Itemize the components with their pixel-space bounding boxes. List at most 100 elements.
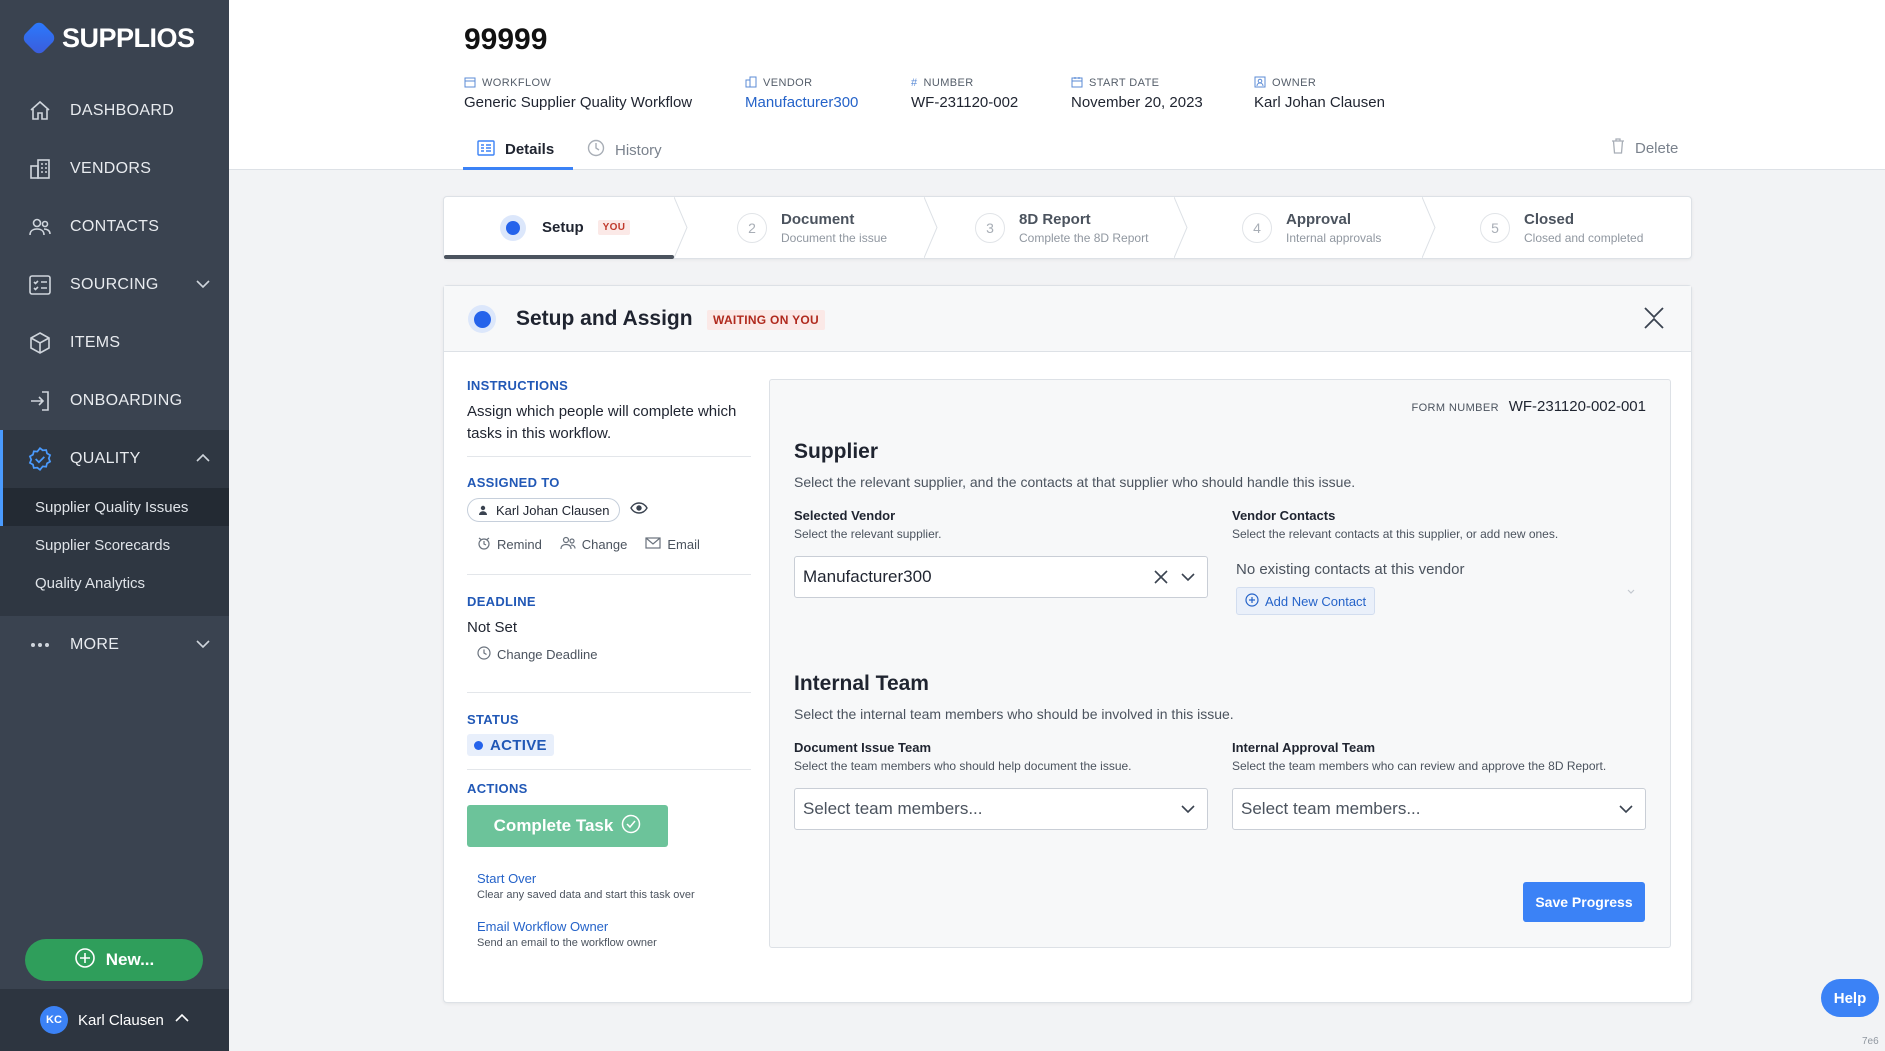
vendor-contacts-help: Select the relevant contacts at this sup… bbox=[1232, 527, 1559, 541]
supplier-description: Select the relevant supplier, and the co… bbox=[794, 474, 1356, 490]
email-label: Email bbox=[667, 537, 700, 552]
email-owner-description: Send an email to the workflow owner bbox=[477, 937, 657, 949]
approval-team-select[interactable]: Select team members... bbox=[1232, 788, 1646, 830]
internal-team-description: Select the internal team members who sho… bbox=[794, 706, 1234, 722]
subnav-supplier-scorecards[interactable]: Supplier Scorecards bbox=[0, 526, 229, 564]
chevron-down-icon bbox=[1179, 568, 1197, 591]
chevron-down-icon[interactable] bbox=[1626, 583, 1636, 601]
document-team-label: Document Issue Team bbox=[794, 740, 932, 755]
task-card: Setup and Assign WAITING ON YOU INSTRUCT… bbox=[443, 285, 1692, 1003]
step-title: Closed bbox=[1524, 210, 1575, 228]
approval-team-label: Internal Approval Team bbox=[1232, 740, 1376, 755]
clear-icon[interactable] bbox=[1153, 569, 1169, 590]
building-icon bbox=[26, 155, 54, 183]
brand-logo[interactable]: SUPPLIOS bbox=[20, 19, 195, 57]
nav-label: QUALITY bbox=[70, 450, 141, 467]
meta-vendor: VENDOR Manufacturer300 bbox=[745, 76, 858, 111]
user-icon bbox=[478, 503, 488, 518]
step-approval[interactable]: 4 Approval Internal approvals bbox=[1242, 197, 1381, 258]
nav-quality[interactable]: QUALITY bbox=[0, 430, 229, 488]
step-number: 3 bbox=[975, 212, 1005, 243]
help-button[interactable]: Help bbox=[1821, 979, 1879, 1017]
chevron-down-icon bbox=[195, 276, 211, 297]
nav-dashboard[interactable]: DASHBOARD bbox=[0, 82, 229, 140]
calendar-icon bbox=[1071, 76, 1083, 91]
new-button-label: New... bbox=[105, 950, 155, 969]
step-separator bbox=[674, 197, 688, 258]
step-setup[interactable]: Setup YOU bbox=[500, 197, 631, 258]
tab-label: Details bbox=[505, 141, 555, 158]
waiting-badge: WAITING ON YOU bbox=[707, 310, 825, 330]
vendor-select[interactable]: Manufacturer300 bbox=[794, 556, 1208, 598]
nav-sourcing[interactable]: SOURCING bbox=[0, 256, 229, 314]
step-document[interactable]: 2 Document Document the issue bbox=[737, 197, 887, 258]
add-new-contact-button[interactable]: Add New Contact bbox=[1236, 587, 1376, 615]
subnav-supplier-quality-issues[interactable]: Supplier Quality Issues bbox=[0, 488, 229, 526]
divider bbox=[467, 456, 751, 457]
nav-items[interactable]: ITEMS bbox=[0, 314, 229, 372]
email-owner-link[interactable]: Email Workflow Owner bbox=[477, 919, 657, 934]
login-icon bbox=[26, 387, 54, 415]
form-number-value: WF-231120-002-001 bbox=[1508, 398, 1646, 415]
email-button[interactable]: Email bbox=[645, 536, 700, 553]
step-number: 4 bbox=[1242, 212, 1272, 243]
tab-details[interactable]: Details bbox=[463, 132, 573, 170]
divider bbox=[467, 692, 751, 693]
start-over-description: Clear any saved data and start this task… bbox=[477, 889, 695, 901]
you-badge: YOU bbox=[597, 220, 631, 235]
status-label: STATUS bbox=[467, 712, 519, 727]
user-menu[interactable]: KC Karl Clausen bbox=[0, 989, 229, 1051]
vendor-link[interactable]: Manufacturer300 bbox=[745, 94, 858, 111]
nav-contacts[interactable]: CONTACTS bbox=[0, 198, 229, 256]
remind-button[interactable]: Remind bbox=[477, 536, 542, 553]
no-contacts-message: No existing contacts at this vendor bbox=[1236, 561, 1465, 578]
chevron-up-icon bbox=[195, 450, 211, 471]
deadline-value: Not Set bbox=[467, 619, 518, 636]
step-8d-report[interactable]: 3 8D Report Complete the 8D Report bbox=[975, 197, 1148, 258]
assignee-chip[interactable]: Karl Johan Clausen bbox=[467, 498, 621, 522]
subnav-quality-analytics[interactable]: Quality Analytics bbox=[0, 564, 229, 602]
meta-workflow: WORKFLOW Generic Supplier Quality Workfl… bbox=[464, 76, 692, 111]
nav-onboarding[interactable]: ONBOARDING bbox=[0, 372, 229, 430]
meta-label: WORKFLOW bbox=[482, 77, 552, 89]
step-subtitle: Closed and completed bbox=[1524, 230, 1644, 245]
document-team-help: Select the team members who should help … bbox=[794, 759, 1132, 773]
delete-button[interactable]: Delete bbox=[1611, 138, 1678, 158]
tab-history[interactable]: History bbox=[587, 132, 662, 168]
new-button[interactable]: New... bbox=[25, 939, 203, 981]
divider bbox=[467, 574, 751, 575]
plus-circle-icon bbox=[1245, 592, 1259, 610]
nav-label: CONTACTS bbox=[70, 218, 160, 235]
meta-label: NUMBER bbox=[923, 77, 974, 89]
instructions-label: INSTRUCTIONS bbox=[467, 378, 569, 393]
start-over-link[interactable]: Start Over bbox=[477, 871, 695, 886]
step-title: 8D Report bbox=[1019, 210, 1091, 228]
avatar: KC bbox=[40, 1006, 68, 1034]
task-card-header: Setup and Assign WAITING ON YOU bbox=[444, 286, 1691, 352]
change-deadline-button[interactable]: Change Deadline bbox=[477, 646, 597, 663]
deadline-label: DEADLINE bbox=[467, 594, 536, 609]
status-badge: ACTIVE bbox=[467, 734, 554, 756]
start-date: November 20, 2023 bbox=[1071, 94, 1203, 111]
meta-owner: OWNER Karl Johan Clausen bbox=[1254, 76, 1385, 111]
step-number: 5 bbox=[1480, 212, 1510, 243]
quality-subnav: Supplier Quality Issues Supplier Scoreca… bbox=[0, 488, 229, 616]
assigned-to-label: ASSIGNED TO bbox=[467, 475, 560, 490]
change-button[interactable]: Change bbox=[560, 536, 627, 553]
eye-icon[interactable] bbox=[630, 501, 649, 519]
meta-start-date: START DATE November 20, 2023 bbox=[1071, 76, 1203, 111]
step-closed[interactable]: 5 Closed Closed and completed bbox=[1480, 197, 1643, 258]
nav-more[interactable]: MORE bbox=[0, 616, 229, 674]
document-team-select[interactable]: Select team members... bbox=[794, 788, 1208, 830]
box-icon bbox=[26, 329, 54, 357]
step-title: Setup bbox=[542, 219, 584, 236]
collapse-icon[interactable] bbox=[1639, 303, 1669, 333]
supplier-heading: Supplier bbox=[794, 440, 879, 463]
complete-task-button[interactable]: Complete Task bbox=[467, 805, 668, 847]
step-separator bbox=[1174, 197, 1188, 258]
calendar-icon bbox=[464, 76, 476, 91]
home-icon bbox=[26, 97, 54, 125]
divider bbox=[467, 769, 751, 770]
save-progress-button[interactable]: Save Progress bbox=[1523, 882, 1645, 922]
nav-vendors[interactable]: VENDORS bbox=[0, 140, 229, 198]
